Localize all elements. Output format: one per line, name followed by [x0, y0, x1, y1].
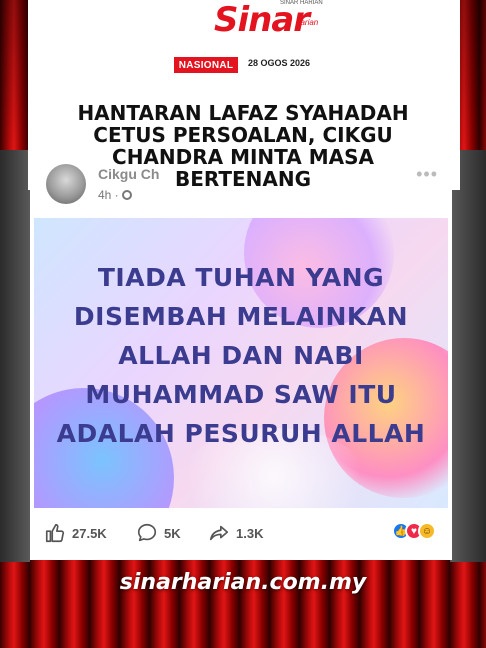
like-button[interactable]: 27.5K: [44, 522, 107, 544]
post-image[interactable]: TIADA TUHAN YANG DISEMBAH MELAINKAN ALLA…: [34, 218, 448, 508]
reaction-summary[interactable]: 👍 ♥ ☺: [392, 522, 436, 540]
share-button[interactable]: 1.3K: [208, 522, 263, 544]
post-image-text: TIADA TUHAN YANG DISEMBAH MELAINKAN ALLA…: [56, 263, 426, 448]
comment-count: 5K: [164, 525, 181, 541]
post-timestamp: 4h ·: [98, 188, 133, 202]
like-count: 27.5K: [72, 525, 107, 541]
post-time-text: 4h ·: [98, 188, 119, 202]
logo-small-text: SINAR HARIAN: [280, 0, 323, 6]
article-date: 28 OGOS 2026: [248, 58, 311, 68]
comment-icon: [137, 523, 157, 542]
share-icon: [209, 525, 229, 541]
comment-button[interactable]: 5K: [136, 522, 181, 544]
right-side-shade: [450, 150, 486, 562]
left-side-shade: [0, 150, 30, 562]
share-count: 1.3K: [236, 525, 264, 541]
social-post-card: Cikgu Ch 4h · ••• TIADA TUHAN YANG DISEM…: [30, 150, 452, 560]
site-url[interactable]: sinarharian.com.my: [0, 570, 486, 595]
logo-sub-text: harian: [296, 18, 319, 27]
article-headline: HANTARAN LAFAZ SYAHADAH CETUS PERSOALAN,…: [77, 101, 409, 191]
category-badge[interactable]: NASIONAL: [174, 57, 238, 73]
like-icon: [45, 523, 65, 543]
logo-text: Sinar: [214, 0, 310, 40]
globe-icon: [122, 190, 133, 200]
post-actions-bar: 27.5K 5K 1.3K 👍 ♥ ☺: [30, 516, 452, 552]
haha-reaction-icon: ☺: [418, 522, 436, 540]
